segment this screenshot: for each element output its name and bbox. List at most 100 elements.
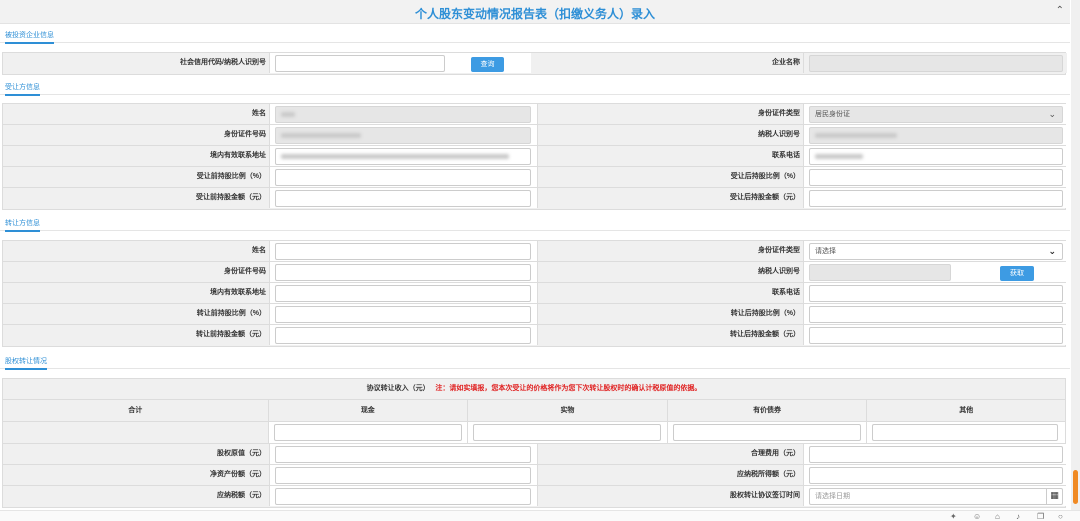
transferee-name-label: 姓名 (252, 110, 266, 117)
reasonable-cost-input[interactable] (809, 446, 1063, 463)
settings-icon[interactable]: ✦ (950, 512, 957, 521)
search-icon[interactable]: ○ (1058, 512, 1063, 521)
net-assets-input[interactable] (275, 467, 531, 484)
original-value-cell (269, 444, 538, 464)
taxable-income-input[interactable] (809, 467, 1063, 484)
section-transferee: 受让方信息 (0, 79, 1070, 96)
copy-icon[interactable]: ❐ (1037, 512, 1044, 521)
transferee-id-type-label: 身份证件类型 (758, 110, 800, 117)
transferor-name-cell (269, 241, 538, 261)
transferee-row-1: 姓名 身份证件类型 居民身份证 ⌄ (3, 104, 1067, 125)
transferor-address-input[interactable] (275, 285, 531, 302)
transferee-address-input[interactable] (275, 148, 531, 165)
transferor-address-label: 境内有效联系地址 (210, 289, 266, 296)
transferor-before-ratio-cell (269, 304, 538, 324)
sign-time-cell: 请选择日期 ▦ (803, 486, 1067, 506)
transferee-name-cell (269, 104, 538, 124)
query-button[interactable]: 查询 (471, 57, 504, 72)
transferor-name-input[interactable] (275, 243, 531, 260)
taxable-income-label: 应纳税所得额（元） (737, 471, 800, 478)
title-bar: 个人股东变动情况报告表（扣缴义务人）录入 ⌃ (0, 0, 1070, 24)
equity-row-1: 股权原值（元） 合理费用（元） (3, 444, 1067, 465)
transferee-row-4: 受让前持股比例（%） 受让后持股比例（%） (3, 167, 1067, 188)
chevron-down-icon: ⌄ (1048, 246, 1056, 256)
credit-code-input[interactable] (275, 55, 445, 72)
total-cell (3, 422, 269, 443)
transferee-after-amount-cell (803, 188, 1067, 208)
section-equity: 股权转让情况 (0, 353, 1070, 370)
calendar-icon[interactable]: ▦ (1046, 488, 1062, 505)
chevron-up-icon[interactable]: ⌃ (1056, 5, 1064, 16)
transferor-taxpayer-id-input (809, 264, 951, 281)
transferee-phone-label: 联系电话 (772, 152, 800, 159)
transferee-before-amount-input[interactable] (275, 190, 531, 207)
transferee-after-ratio-cell (803, 167, 1067, 187)
transferor-id-no-cell (269, 262, 538, 282)
sound-icon[interactable]: ♪ (1016, 512, 1020, 521)
transferee-id-no-label: 身份证件号码 (224, 131, 266, 138)
transferee-before-ratio-label: 受让前持股比例（%） (196, 173, 266, 180)
securities-input[interactable] (672, 424, 861, 441)
transferor-phone-input[interactable] (809, 285, 1063, 302)
transferor-taxpayer-id-cell: 获取 (803, 262, 1067, 282)
home-icon[interactable]: ⌂ (995, 512, 1000, 521)
equity-row-3: 应纳税额（元） 股权转让协议签订时间 请选择日期 ▦ (3, 486, 1067, 507)
transferee-before-amount-label: 受让前持股金额（元） (196, 194, 266, 201)
goods-input[interactable] (473, 424, 662, 441)
transferee-after-amount-input[interactable] (809, 190, 1063, 207)
transferor-id-type-select[interactable]: 请选择 ⌄ (809, 243, 1063, 260)
tax-payable-input[interactable] (275, 488, 531, 505)
chat-icon[interactable]: ☺ (973, 512, 981, 521)
bottom-toolbar: ✦ ☺ ⌂ ♪ ❐ ○ (0, 510, 1080, 521)
original-value-input[interactable] (275, 446, 531, 463)
transferee-name-input (275, 106, 531, 123)
col-securities: 有价债券 (668, 400, 868, 421)
transferor-before-amount-input[interactable] (275, 327, 531, 344)
transferor-id-type-placeholder: 请选择 (815, 248, 836, 255)
transferee-taxpayer-id-cell (803, 125, 1067, 145)
other-input[interactable] (872, 424, 1059, 441)
date-placeholder: 请选择日期 (815, 493, 850, 500)
transferee-before-amount-cell (269, 188, 538, 208)
transferee-after-ratio-input[interactable] (809, 169, 1063, 186)
col-other: 其他 (959, 407, 974, 414)
tax-payable-cell (269, 486, 538, 506)
transferee-before-ratio-input[interactable] (275, 169, 531, 186)
scrollbar[interactable] (1071, 0, 1080, 510)
section-transferor-title: 转让方信息 (5, 218, 40, 232)
transferor-name-label: 姓名 (252, 247, 266, 254)
invested-grid: 社会信用代码/纳税人识别号 查询 企业名称 (2, 52, 1067, 75)
net-assets-label: 净资产份额（元） (210, 471, 266, 478)
transferor-id-no-label: 身份证件号码 (224, 268, 266, 275)
scrollbar-thumb[interactable] (1073, 470, 1078, 504)
transferor-after-amount-input[interactable] (809, 327, 1063, 344)
section-equity-title: 股权转让情况 (5, 356, 47, 370)
transferor-row-4: 转让前持股比例（%） 转让后持股比例（%） (3, 304, 1067, 325)
sign-time-input[interactable]: 请选择日期 ▦ (809, 488, 1063, 505)
cash-input[interactable] (273, 424, 462, 441)
transferee-taxpayer-id-input (809, 127, 1063, 144)
section-transferor: 转让方信息 (0, 215, 1070, 232)
transferor-row-2: 身份证件号码 纳税人识别号 获取 (3, 262, 1067, 283)
transferee-grid: 姓名 身份证件类型 居民身份证 ⌄ 身份证件号码 纳税人识别号 境内有效联系地址 … (2, 103, 1067, 210)
fetch-button[interactable]: 获取 (1000, 266, 1034, 281)
transferee-row-2: 身份证件号码 纳税人识别号 (3, 125, 1067, 146)
invested-row: 社会信用代码/纳税人识别号 查询 企业名称 (3, 53, 1067, 74)
transferee-id-no-cell (269, 125, 538, 145)
credit-code-cell: 查询 (269, 53, 531, 73)
equity-grid: 协议转让收入（元） 注：请如实填报，您本次受让的价格将作为您下次转让股权时的确认… (2, 378, 1067, 508)
cash-cell (269, 422, 469, 443)
transferor-id-no-input[interactable] (275, 264, 531, 281)
transferor-after-ratio-input[interactable] (809, 306, 1063, 323)
transferee-after-amount-label: 受让后持股金额（元） (730, 194, 800, 201)
company-name-cell (803, 53, 1067, 73)
transferee-phone-input[interactable] (809, 148, 1063, 165)
transferee-id-type-select: 居民身份证 ⌄ (809, 106, 1063, 123)
transferee-row-5: 受让前持股金额（元） 受让后持股金额（元） (3, 188, 1067, 209)
chevron-down-icon: ⌄ (1048, 109, 1056, 119)
transferee-id-type-value: 居民身份证 (815, 111, 850, 118)
tax-payable-label: 应纳税额（元） (217, 492, 266, 499)
transferor-before-ratio-input[interactable] (275, 306, 531, 323)
other-cell (867, 422, 1065, 443)
section-invested-title: 被投资企业信息 (5, 30, 54, 44)
